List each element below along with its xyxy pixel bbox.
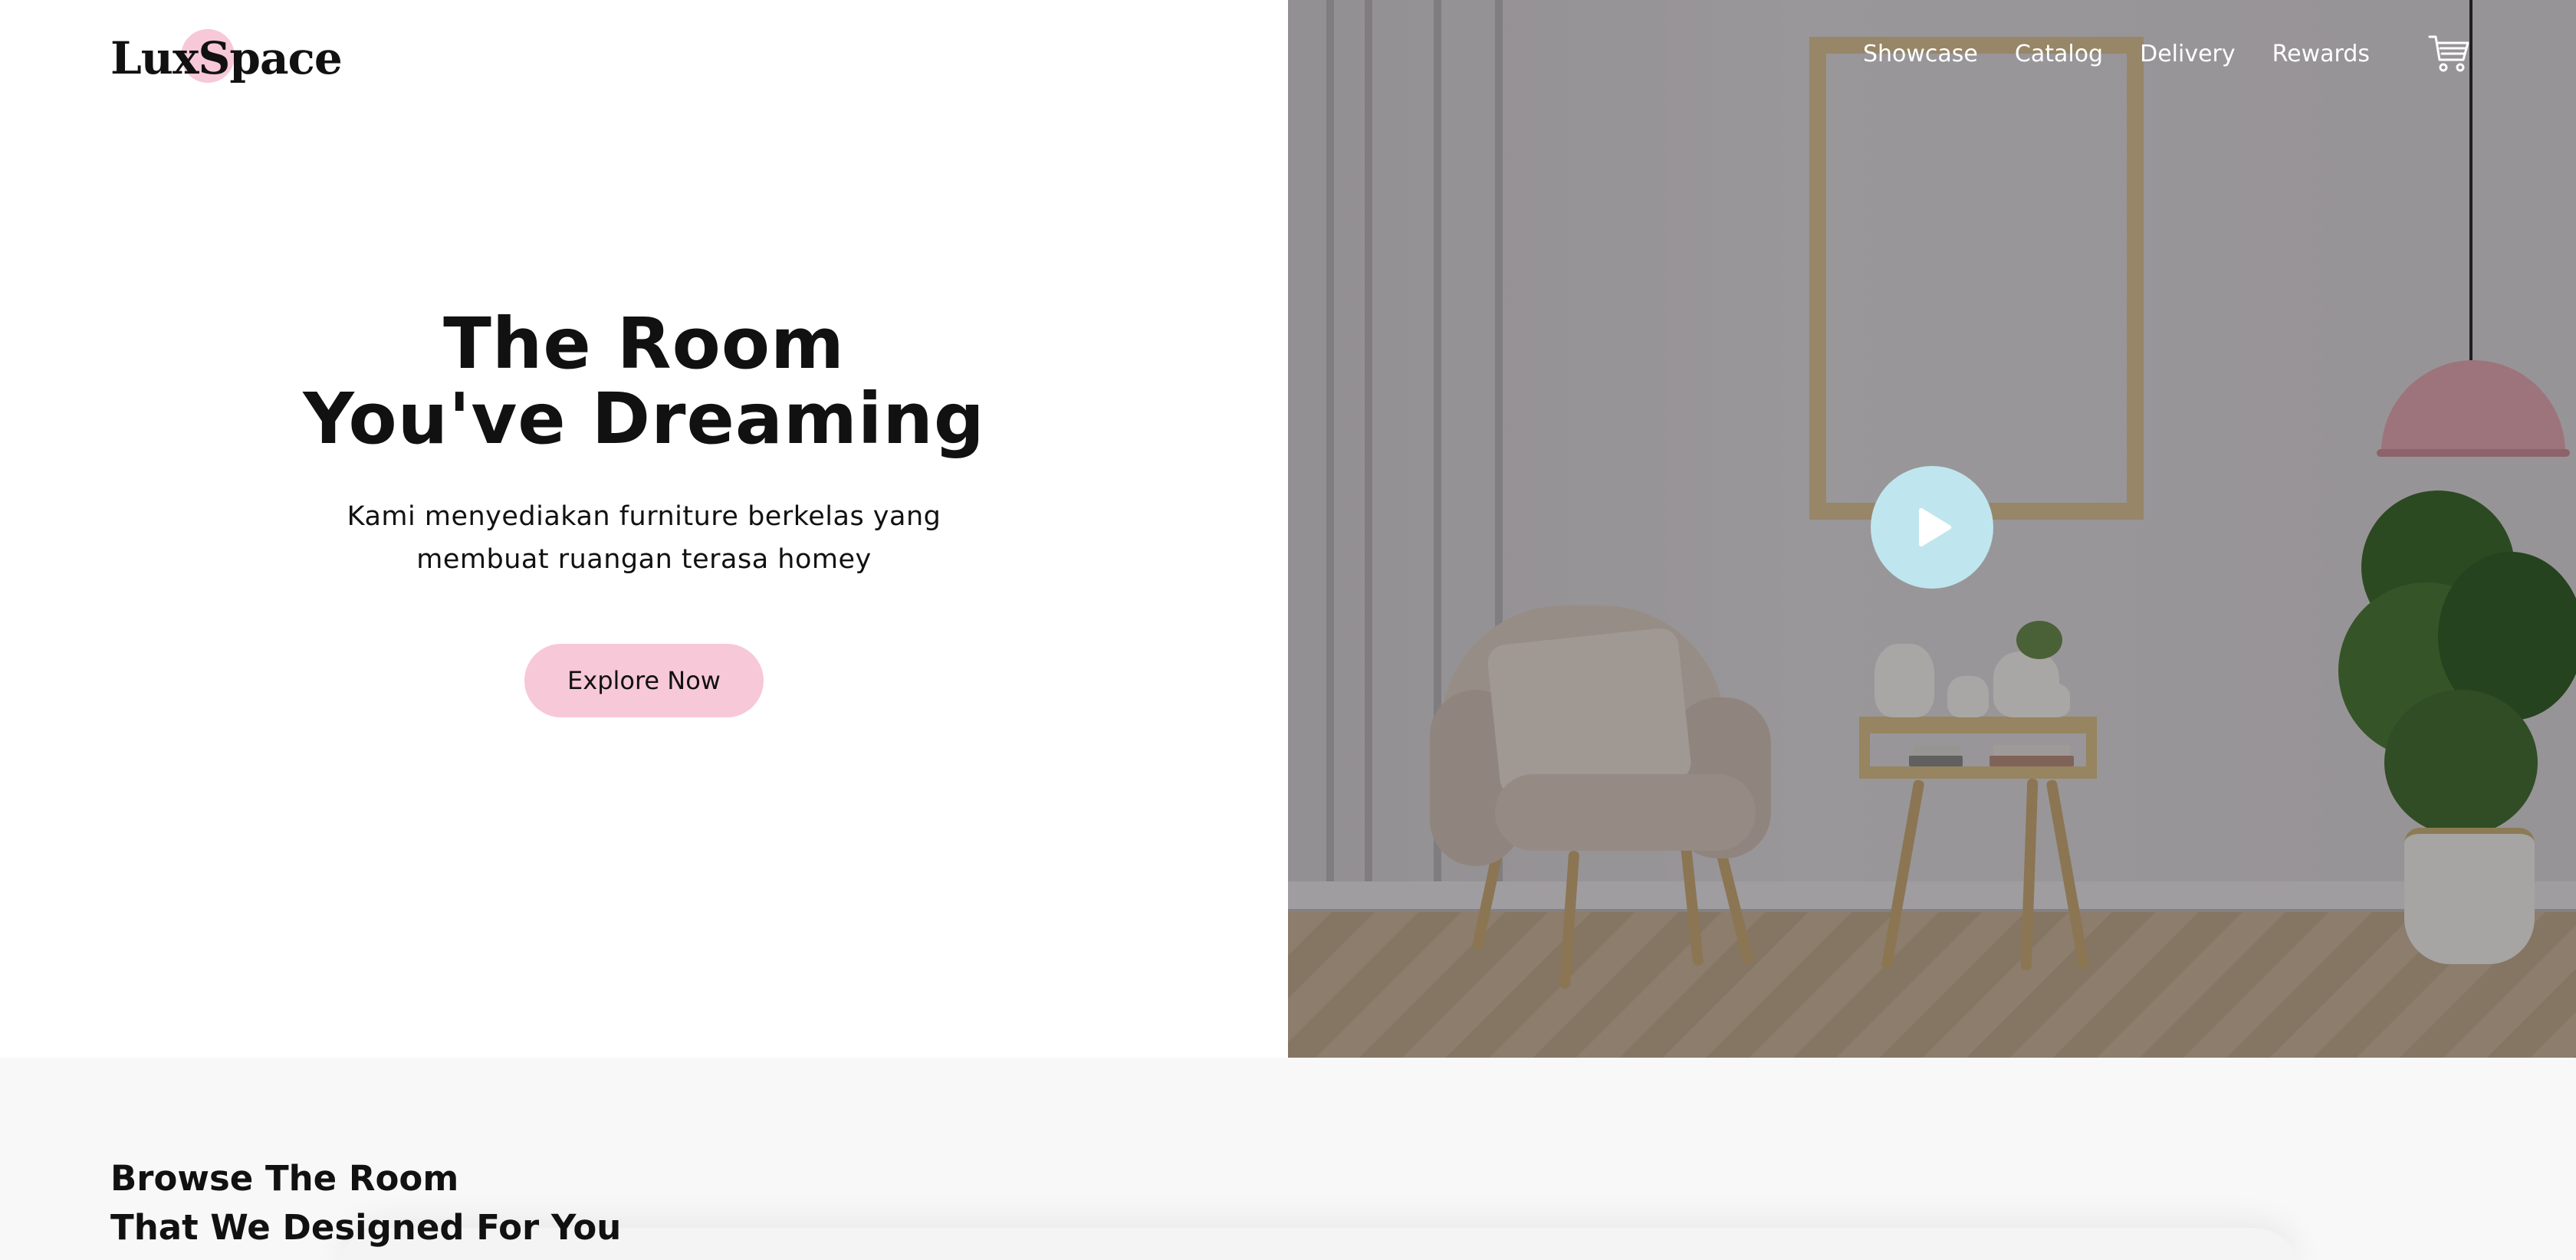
hero-image: Showcase Catalog Delivery Rewards (1288, 0, 2576, 1058)
hero-left: LuxSpace The Room You've Dreaming Kami m… (0, 0, 1288, 1058)
hero-subtitle-line1: Kami menyediakan furniture berkelas yang (347, 501, 941, 532)
nav-catalog[interactable]: Catalog (2015, 41, 2103, 67)
hero-copy: The Room You've Dreaming Kami menyediaka… (261, 307, 1027, 717)
main-nav: Showcase Catalog Delivery Rewards (1863, 34, 2471, 74)
hero-title-line1: The Room (443, 303, 845, 385)
browse-section: Browse The Room That We Designed For You (0, 1058, 2576, 1260)
nav-rewards[interactable]: Rewards (2272, 41, 2370, 67)
hero-subtitle-line2: membuat ruangan terasa homey (416, 544, 872, 575)
cart-icon (2428, 35, 2469, 72)
explore-now-button[interactable]: Explore Now (524, 644, 764, 717)
hero-title: The Room You've Dreaming (261, 307, 1027, 457)
browse-card-edge (337, 1228, 2300, 1260)
logo[interactable]: LuxSpace (110, 28, 343, 89)
browse-title-line1: Browse The Room (110, 1158, 459, 1199)
browse-title-line2: That We Designed For You (110, 1207, 622, 1248)
hero-subtitle: Kami menyediakan furniture berkelas yang… (261, 495, 1027, 581)
cart-button[interactable] (2428, 34, 2471, 74)
play-icon (1919, 508, 1951, 546)
nav-delivery[interactable]: Delivery (2140, 41, 2236, 67)
hero-title-line2: You've Dreaming (303, 378, 985, 460)
play-video-button[interactable] (1871, 466, 1993, 589)
browse-title: Browse The Room That We Designed For You (110, 1154, 621, 1252)
nav-showcase[interactable]: Showcase (1863, 41, 1978, 67)
logo-text: LuxSpace (110, 32, 343, 84)
